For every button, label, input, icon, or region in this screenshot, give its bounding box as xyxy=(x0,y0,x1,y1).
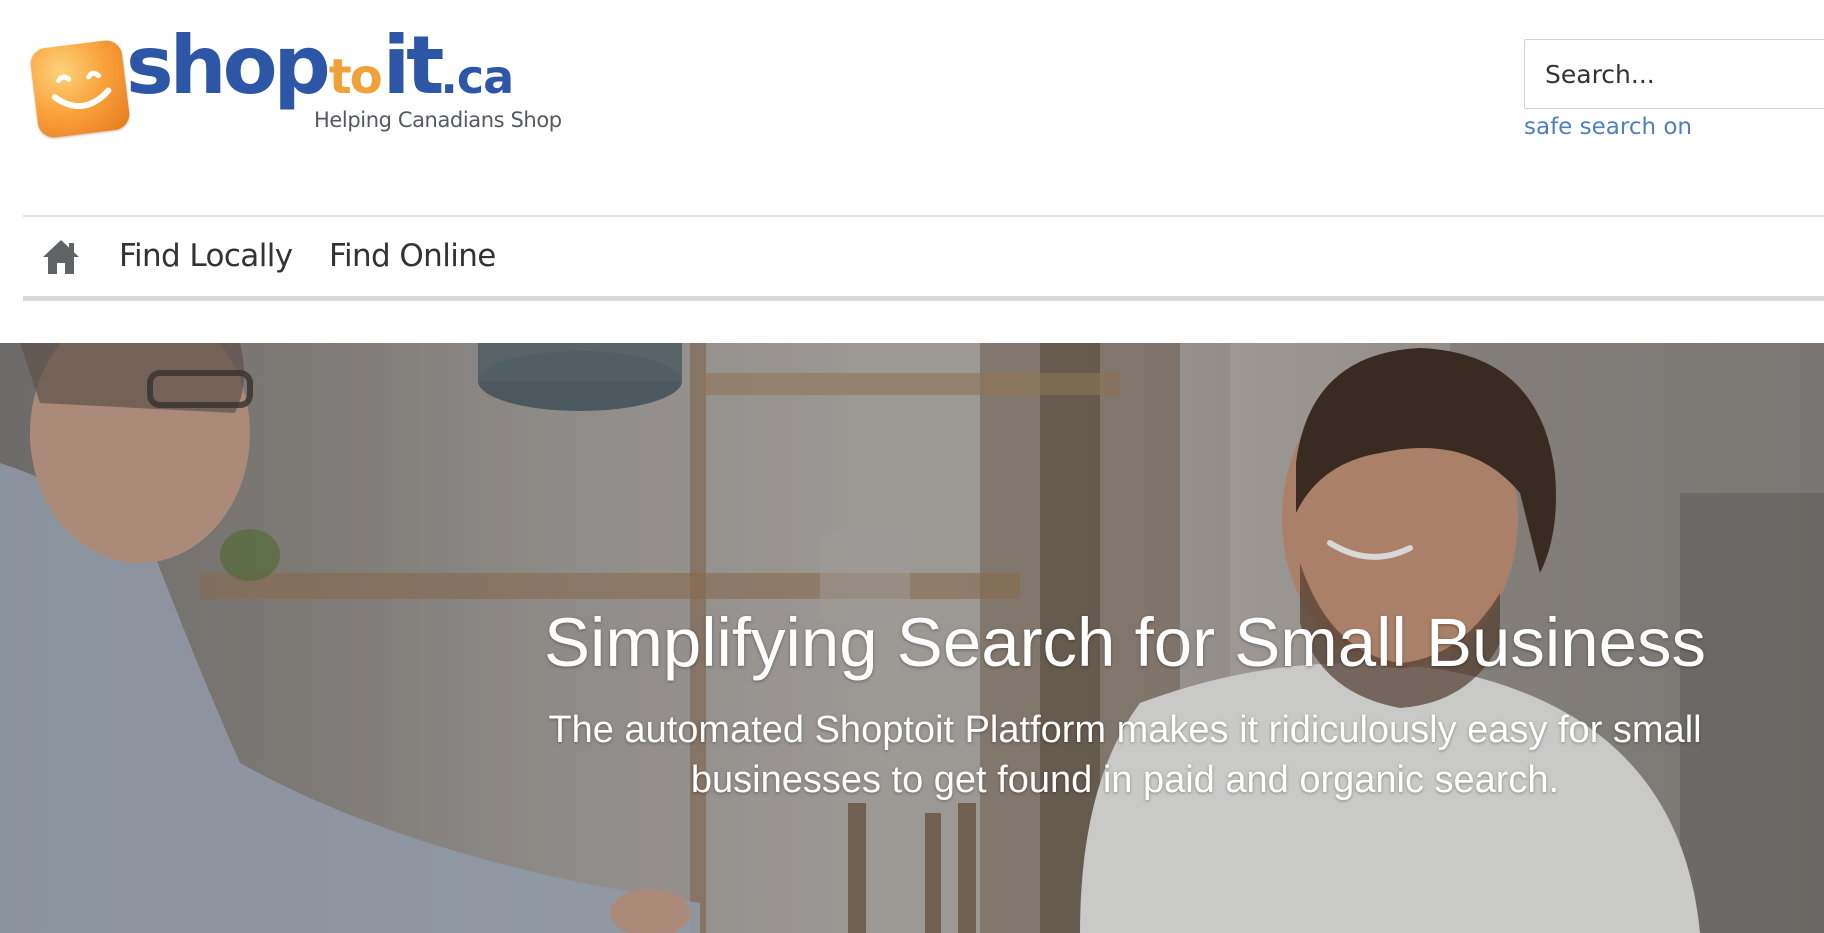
nav-find-locally[interactable]: Find Locally xyxy=(119,238,293,274)
hero-title: Simplifying Search for Small Business xyxy=(544,604,1706,681)
home-icon[interactable] xyxy=(41,238,81,276)
main-nav: Find Locally Find Online xyxy=(23,215,1824,301)
nav-find-online[interactable]: Find Online xyxy=(329,238,496,274)
hero-subtitle: The automated Shoptoit Platform makes it… xyxy=(548,709,1702,801)
logo-word-shop: shop xyxy=(126,19,331,112)
safe-search-toggle-link[interactable]: safe search on xyxy=(1524,114,1692,140)
logo-word-ca: .ca xyxy=(440,50,514,104)
hero-banner: Simplifying Search for Small Business Th… xyxy=(0,343,1824,933)
logo-wordmark: shoptoit.ca xyxy=(126,26,514,106)
smiley-badge-icon xyxy=(28,38,132,140)
logo-tagline: Helping Canadians Shop xyxy=(314,108,562,132)
site-logo[interactable]: shoptoit.ca Helping Canadians Shop xyxy=(28,26,594,146)
logo-word-to: to xyxy=(328,49,383,105)
search-input[interactable] xyxy=(1524,39,1824,109)
logo-word-it: it xyxy=(382,19,445,112)
